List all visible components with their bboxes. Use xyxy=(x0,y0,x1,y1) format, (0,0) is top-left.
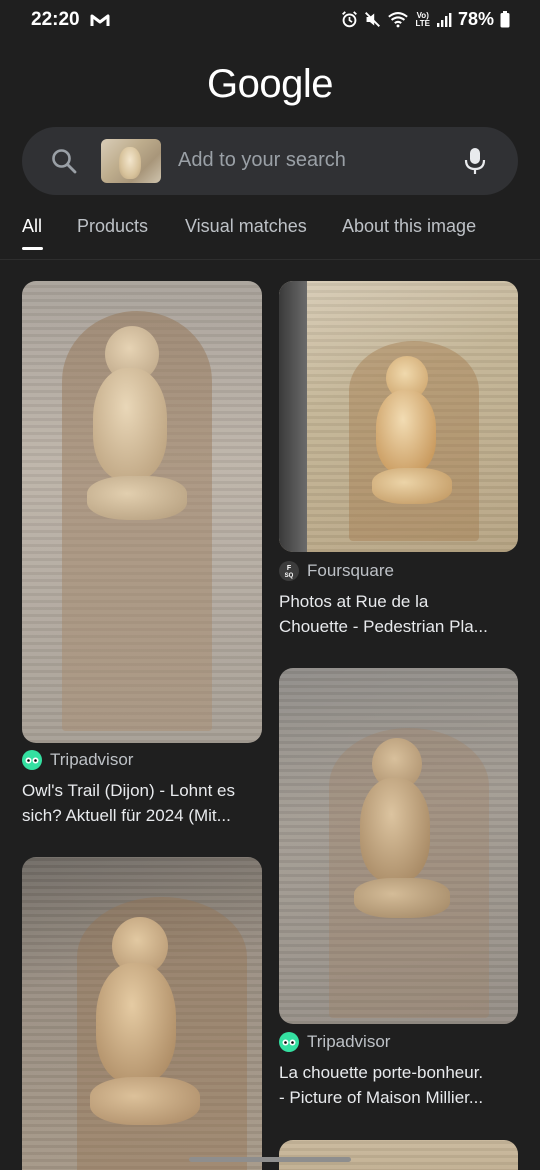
result-source-name: Tripadvisor xyxy=(307,1032,391,1051)
result-source[interactable]: Tripadvisor xyxy=(279,1032,390,1052)
mic-icon[interactable] xyxy=(464,147,486,175)
active-tab-indicator xyxy=(22,247,43,250)
google-logo[interactable]: Google xyxy=(0,62,540,107)
tab-about-this-image[interactable]: About this image xyxy=(342,216,476,237)
battery-icon xyxy=(500,11,510,28)
search-bar[interactable]: Add to your search xyxy=(22,127,518,195)
home-indicator[interactable] xyxy=(189,1157,351,1162)
alarm-icon xyxy=(342,11,358,28)
result-image[interactable] xyxy=(279,668,518,1024)
status-bar: 22:20 Vo) LTE 78% xyxy=(0,0,540,40)
result-title[interactable]: Photos at Rue de la Chouette - Pedestria… xyxy=(279,589,529,639)
result-title[interactable]: Owl's Trail (Dijon) - Lohnt es sich? Akt… xyxy=(22,778,272,828)
lte-indicator: Vo) LTE xyxy=(415,10,430,28)
search-icon[interactable] xyxy=(51,148,77,174)
wifi-icon xyxy=(388,12,409,28)
signal-icon xyxy=(436,12,452,27)
result-image[interactable] xyxy=(22,857,262,1170)
result-image[interactable] xyxy=(22,281,262,743)
tab-visual-matches[interactable]: Visual matches xyxy=(185,216,307,237)
owl-carving xyxy=(82,917,212,1147)
query-image-thumbnail[interactable] xyxy=(101,139,161,183)
svg-text:F: F xyxy=(287,565,292,572)
result-title[interactable]: La chouette porte-bonheur. - Picture of … xyxy=(279,1060,529,1110)
result-image[interactable] xyxy=(279,281,518,552)
status-icons: Vo) LTE 78% xyxy=(341,9,510,30)
result-source-name: Tripadvisor xyxy=(50,750,134,769)
status-time: 22:20 xyxy=(31,9,80,30)
filter-tabs: All Products Visual matches About this i… xyxy=(0,212,540,260)
result-source[interactable]: Tripadvisor xyxy=(22,750,133,770)
gmail-notification-icon xyxy=(90,14,110,26)
owl-carving xyxy=(77,326,207,536)
battery-percentage: 78% xyxy=(457,9,494,29)
foursquare-icon: F SQ xyxy=(279,561,299,581)
result-source-name: Foursquare xyxy=(307,561,394,580)
svg-text:SQ: SQ xyxy=(285,573,294,579)
result-source[interactable]: F SQ Foursquare xyxy=(279,561,394,581)
owl-carving xyxy=(344,738,464,938)
search-input[interactable]: Add to your search xyxy=(178,149,346,172)
tab-all[interactable]: All xyxy=(22,216,42,237)
lamp-post xyxy=(279,281,307,552)
tripadvisor-icon xyxy=(22,750,42,770)
tripadvisor-icon xyxy=(279,1032,299,1052)
mute-icon xyxy=(365,12,381,27)
tab-products[interactable]: Products xyxy=(77,216,148,237)
owl-carving xyxy=(364,356,464,516)
result-image[interactable] xyxy=(279,1140,518,1170)
